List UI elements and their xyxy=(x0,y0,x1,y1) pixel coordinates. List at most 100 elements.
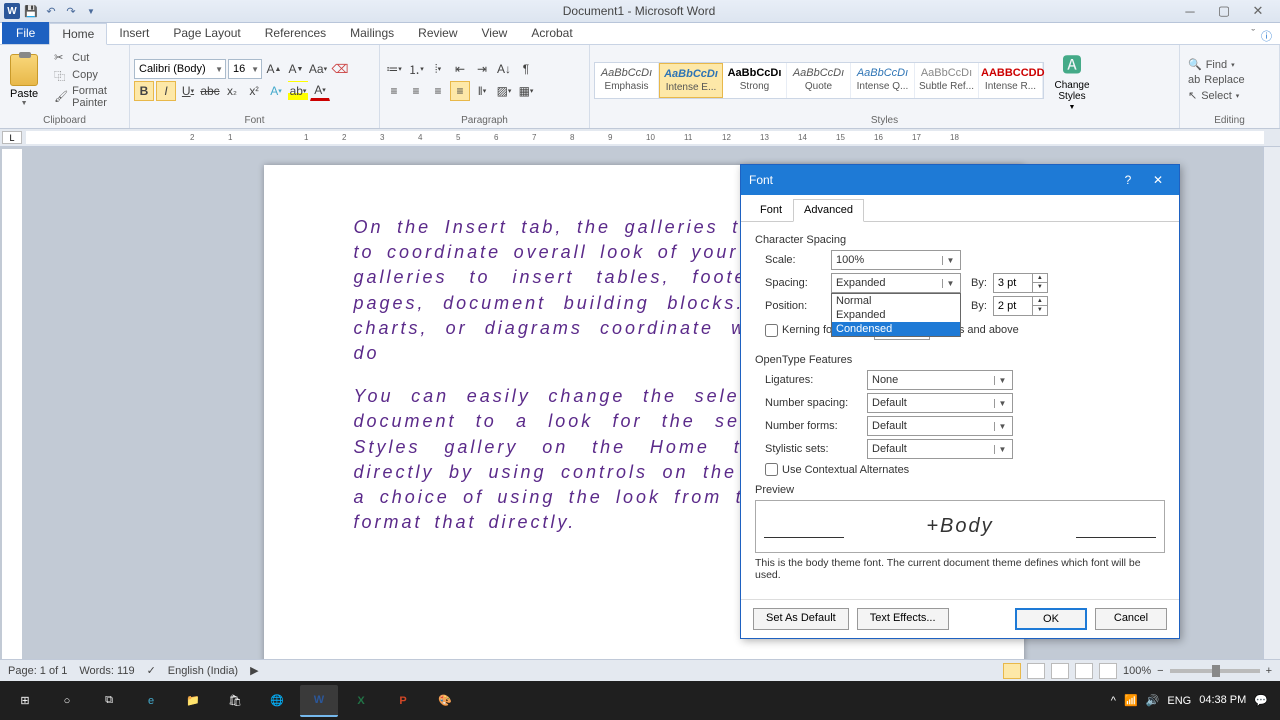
status-language[interactable]: English (India) xyxy=(168,665,238,677)
scale-combo[interactable]: 100%▼ xyxy=(831,250,961,270)
zoom-in-icon[interactable]: + xyxy=(1266,665,1272,677)
superscript-button[interactable]: x² xyxy=(244,81,264,101)
style-item-quote[interactable]: AaBbCcDıQuote xyxy=(787,63,851,98)
numspacing-combo[interactable]: Default▼ xyxy=(867,393,1013,413)
ok-button[interactable]: OK xyxy=(1015,608,1087,630)
bold-button[interactable]: B xyxy=(134,81,154,101)
grow-font-icon[interactable]: A▲ xyxy=(264,59,284,79)
qa-redo-icon[interactable]: ↷ xyxy=(62,2,80,20)
cut-button[interactable]: ✂Cut xyxy=(50,50,125,66)
highlight-icon[interactable]: ab▾ xyxy=(288,81,308,101)
store-icon[interactable]: 🛍 xyxy=(216,685,254,717)
spin-down-icon[interactable]: ▼ xyxy=(1033,283,1047,292)
style-item-intense[interactable]: AaBbCcDıIntense E... xyxy=(659,63,723,98)
contextual-checkbox[interactable] xyxy=(765,463,778,476)
view-print-layout-icon[interactable] xyxy=(1003,663,1021,679)
multilevel-icon[interactable]: ⦙▾ xyxy=(428,59,448,79)
change-case-icon[interactable]: Aa▾ xyxy=(308,59,328,79)
zoom-slider[interactable] xyxy=(1170,669,1260,673)
justify-icon[interactable]: ≡ xyxy=(450,81,470,101)
tray-chevron-icon[interactable]: ^ xyxy=(1111,695,1116,707)
cancel-button[interactable]: Cancel xyxy=(1095,608,1167,630)
tab-home[interactable]: Home xyxy=(49,23,107,45)
dialog-tab-font[interactable]: Font xyxy=(749,199,793,221)
dialog-close-icon[interactable]: ✕ xyxy=(1145,169,1171,191)
spacing-option-condensed[interactable]: Condensed xyxy=(832,322,960,336)
font-name-combo[interactable]: Calibri (Body)▼ xyxy=(134,59,226,79)
numforms-combo[interactable]: Default▼ xyxy=(867,416,1013,436)
select-button[interactable]: ↖Select▾ xyxy=(1184,88,1249,103)
spacing-by-spinner[interactable]: ▲▼ xyxy=(993,273,1048,293)
status-page[interactable]: Page: 1 of 1 xyxy=(8,665,67,677)
text-effects-button[interactable]: Text Effects... xyxy=(857,608,949,630)
status-words[interactable]: Words: 119 xyxy=(79,665,134,677)
shrink-font-icon[interactable]: A▼ xyxy=(286,59,306,79)
dialog-tab-advanced[interactable]: Advanced xyxy=(793,199,864,222)
explorer-icon[interactable]: 📁 xyxy=(174,685,212,717)
increase-indent-icon[interactable]: ⇥ xyxy=(472,59,492,79)
set-default-button[interactable]: Set As Default xyxy=(753,608,849,630)
view-full-screen-icon[interactable] xyxy=(1027,663,1045,679)
show-marks-icon[interactable]: ¶ xyxy=(516,59,536,79)
ruler-corner[interactable]: L xyxy=(2,131,22,144)
ribbon-minimize-icon[interactable]: ˇ xyxy=(1251,28,1255,44)
tab-view[interactable]: View xyxy=(470,22,520,44)
tray-volume-icon[interactable]: 🔊 xyxy=(1146,694,1160,707)
start-icon[interactable]: ⊞ xyxy=(6,685,44,717)
word-taskbar-icon[interactable]: W xyxy=(300,685,338,717)
tab-review[interactable]: Review xyxy=(406,22,469,44)
spacing-option-normal[interactable]: Normal xyxy=(832,294,960,308)
spin-up-icon[interactable]: ▲ xyxy=(1033,274,1047,283)
kerning-checkbox[interactable] xyxy=(765,324,778,337)
tray-network-icon[interactable]: 📶 xyxy=(1124,694,1138,707)
style-item-emph[interactable]: AaBbCcDıEmphasis xyxy=(595,63,659,98)
styles-gallery[interactable]: AaBbCcDıEmphasisAaBbCcDıIntense E...AaBb… xyxy=(594,62,1044,99)
copy-button[interactable]: ⿻Copy xyxy=(50,67,125,83)
tray-notifications-icon[interactable]: 💬 xyxy=(1254,694,1268,707)
zoom-value[interactable]: 100% xyxy=(1123,665,1151,677)
position-by-spinner[interactable]: ▲▼ xyxy=(993,296,1048,316)
paint-icon[interactable]: 🎨 xyxy=(426,685,464,717)
style-item-iquote[interactable]: AaBbCcDıIntense Q... xyxy=(851,63,915,98)
borders-icon[interactable]: ▦▾ xyxy=(516,81,536,101)
spacing-combo[interactable]: Expanded▼ Normal Expanded Condensed xyxy=(831,273,961,293)
tab-mailings[interactable]: Mailings xyxy=(338,22,406,44)
tab-references[interactable]: References xyxy=(253,22,338,44)
tab-acrobat[interactable]: Acrobat xyxy=(519,22,584,44)
shading-icon[interactable]: ▨▾ xyxy=(494,81,514,101)
tray-lang[interactable]: ENG xyxy=(1167,695,1191,707)
font-color-icon[interactable]: A▾ xyxy=(310,81,330,101)
font-size-combo[interactable]: 16▼ xyxy=(228,59,262,79)
format-painter-button[interactable]: 🖌Format Painter xyxy=(50,84,125,110)
macro-icon[interactable]: ▶ xyxy=(250,664,258,677)
edge-icon[interactable]: e xyxy=(132,685,170,717)
spin-down-icon[interactable]: ▼ xyxy=(1033,306,1047,315)
tab-insert[interactable]: Insert xyxy=(107,22,161,44)
numbering-icon[interactable]: ⒈▾ xyxy=(406,59,426,79)
replace-button[interactable]: abReplace xyxy=(1184,73,1249,87)
close-icon[interactable]: ✕ xyxy=(1246,3,1270,19)
dialog-titlebar[interactable]: Font ? ✕ xyxy=(741,165,1179,195)
style-item-sref[interactable]: AaBbCcDıSubtle Ref... xyxy=(915,63,979,98)
paste-button[interactable]: Paste ▼ xyxy=(4,52,44,109)
sort-icon[interactable]: A↓ xyxy=(494,59,514,79)
subscript-button[interactable]: x₂ xyxy=(222,81,242,101)
qa-undo-icon[interactable]: ↶ xyxy=(42,2,60,20)
view-draft-icon[interactable] xyxy=(1099,663,1117,679)
qa-customize-icon[interactable]: ▼ xyxy=(82,2,100,20)
spacing-option-expanded[interactable]: Expanded xyxy=(832,308,960,322)
line-spacing-icon[interactable]: ‖▾ xyxy=(472,81,492,101)
style-item-strong[interactable]: AaBbCcDıStrong xyxy=(723,63,787,98)
qa-save-icon[interactable]: 💾 xyxy=(22,2,40,20)
view-web-icon[interactable] xyxy=(1051,663,1069,679)
view-outline-icon[interactable] xyxy=(1075,663,1093,679)
powerpoint-icon[interactable]: P xyxy=(384,685,422,717)
scrollbar-vertical[interactable] xyxy=(1263,147,1280,681)
bullets-icon[interactable]: ≔▾ xyxy=(384,59,404,79)
text-effects-icon[interactable]: A▾ xyxy=(266,81,286,101)
dialog-help-icon[interactable]: ? xyxy=(1115,169,1141,191)
italic-button[interactable]: I xyxy=(156,81,176,101)
change-styles-button[interactable]: 🅰 Change Styles ▼ xyxy=(1046,47,1098,113)
proofing-icon[interactable]: ✓ xyxy=(147,664,156,677)
underline-button[interactable]: U▾ xyxy=(178,81,198,101)
